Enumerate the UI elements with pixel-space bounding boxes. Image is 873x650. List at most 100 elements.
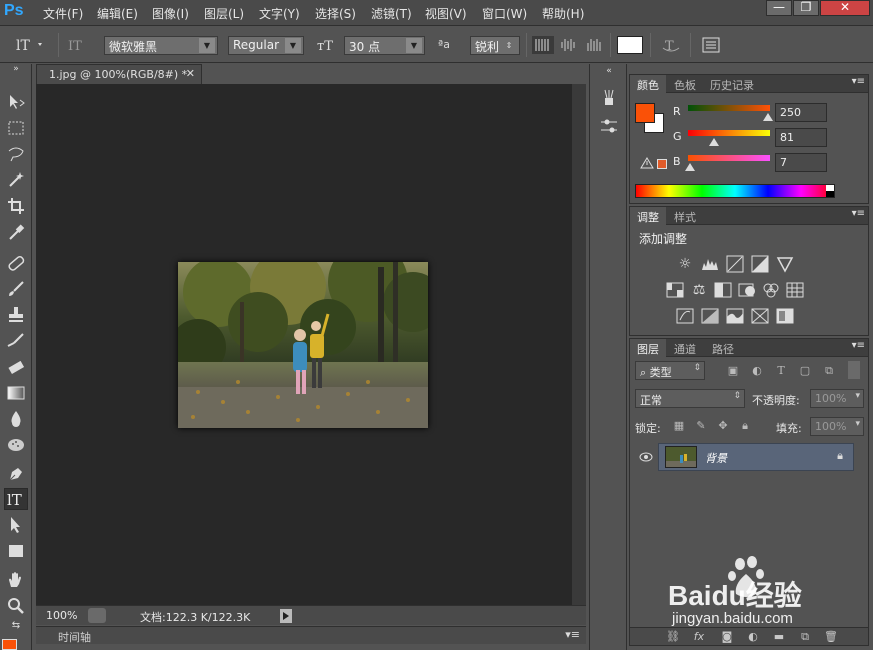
lasso-tool-icon[interactable] bbox=[4, 143, 28, 165]
add-mask-icon[interactable]: ◙ bbox=[720, 630, 734, 644]
share-icon[interactable] bbox=[88, 608, 106, 623]
photo-filter-icon[interactable] bbox=[738, 281, 756, 299]
canvas-image[interactable] bbox=[178, 262, 428, 428]
opacity-input[interactable]: 100% ▾ bbox=[810, 389, 864, 408]
channel-mixer-icon[interactable] bbox=[762, 281, 780, 299]
lock-position-icon[interactable]: ✥ bbox=[716, 419, 730, 433]
eyedropper-tool-icon[interactable] bbox=[4, 221, 28, 243]
exposure-icon[interactable] bbox=[751, 255, 769, 273]
font-style-select[interactable]: Regular ▼ bbox=[228, 36, 304, 55]
vertical-scrollbar[interactable] bbox=[572, 84, 586, 605]
posterize-icon[interactable] bbox=[701, 307, 719, 325]
g-slider[interactable] bbox=[688, 130, 770, 136]
foreground-color-swatch[interactable] bbox=[2, 639, 17, 650]
align-left-icon[interactable] bbox=[532, 36, 554, 54]
horizontal-type-tool-icon[interactable]: lT bbox=[4, 488, 28, 510]
align-right-icon[interactable] bbox=[584, 36, 606, 54]
menu-filter[interactable]: 滤镜(T) bbox=[371, 5, 412, 21]
panel-menu-icon[interactable]: ▾≡ bbox=[852, 340, 865, 351]
b-slider[interactable] bbox=[688, 155, 770, 161]
b-slider-thumb[interactable] bbox=[685, 163, 696, 171]
sponge-tool-icon[interactable] bbox=[4, 434, 28, 456]
fill-input[interactable]: 100% ▾ bbox=[810, 417, 864, 436]
warp-text-icon[interactable]: T bbox=[660, 36, 682, 54]
gamut-color-swatch[interactable] bbox=[657, 159, 667, 169]
text-color-swatch[interactable] bbox=[617, 36, 643, 54]
tab-channels[interactable]: 通道 bbox=[674, 341, 696, 357]
layer-name[interactable]: 背景 bbox=[705, 450, 727, 466]
document-tab[interactable]: 1.jpg @ 100%(RGB/8#) * ✕ bbox=[36, 64, 202, 84]
filter-type-icon[interactable]: T bbox=[774, 364, 788, 378]
menu-select[interactable]: 选择(S) bbox=[315, 5, 356, 21]
threshold-icon[interactable] bbox=[726, 307, 744, 325]
toggle-orientation-icon[interactable]: IT bbox=[66, 36, 88, 54]
tab-paths[interactable]: 路径 bbox=[712, 341, 734, 357]
brush-presets-icon[interactable] bbox=[599, 88, 619, 108]
vibrance-icon[interactable] bbox=[776, 255, 794, 273]
delete-layer-icon[interactable]: 🗑︎ bbox=[824, 630, 838, 644]
warning-icon[interactable] bbox=[640, 157, 654, 169]
color-balance-icon[interactable]: ⚖ bbox=[690, 281, 708, 299]
curves-icon[interactable] bbox=[726, 255, 744, 273]
layer-row-background[interactable]: 背景 🔒︎ bbox=[658, 443, 854, 471]
type-tool-preset-icon[interactable]: lT bbox=[14, 36, 46, 54]
brush-tool-icon[interactable] bbox=[4, 278, 28, 300]
menu-type[interactable]: 文字(Y) bbox=[259, 5, 300, 21]
menu-help[interactable]: 帮助(H) bbox=[542, 5, 584, 21]
g-value-input[interactable]: 81 bbox=[775, 128, 827, 147]
marquee-tool-icon[interactable] bbox=[4, 117, 28, 139]
g-slider-thumb[interactable] bbox=[709, 138, 720, 146]
hue-saturation-icon[interactable] bbox=[666, 281, 684, 299]
new-group-icon[interactable]: ▬ bbox=[772, 630, 786, 644]
black-white-ramp[interactable] bbox=[826, 185, 834, 197]
path-selection-tool-icon[interactable] bbox=[4, 514, 28, 536]
menu-edit[interactable]: 编辑(E) bbox=[97, 5, 138, 21]
new-layer-icon[interactable]: ⧉ bbox=[798, 630, 812, 644]
filter-smart-object-icon[interactable]: ⧉ bbox=[822, 364, 836, 378]
collapse-tools-icon[interactable]: » bbox=[4, 64, 28, 74]
filter-pixel-icon[interactable]: ▣ bbox=[726, 364, 740, 378]
blur-tool-icon[interactable] bbox=[4, 408, 28, 430]
clone-stamp-tool-icon[interactable] bbox=[4, 304, 28, 326]
gradient-tool-icon[interactable] bbox=[4, 382, 28, 404]
history-brush-tool-icon[interactable] bbox=[4, 330, 28, 352]
levels-icon[interactable] bbox=[701, 255, 719, 273]
panel-menu-icon[interactable]: ▾≡ bbox=[852, 76, 865, 87]
panel-menu-icon[interactable]: ▾≡ bbox=[852, 208, 865, 219]
foreground-color-swatch[interactable] bbox=[635, 103, 655, 123]
r-value-input[interactable]: 250 bbox=[775, 103, 827, 122]
blend-mode-select[interactable]: 正常 ⇕ bbox=[635, 389, 745, 408]
eraser-tool-icon[interactable] bbox=[4, 356, 28, 378]
timeline-panel-bar[interactable]: 时间轴 ▾≡ bbox=[36, 626, 586, 644]
close-button[interactable]: ✕ bbox=[820, 0, 870, 16]
lock-transparent-icon[interactable]: ▦ bbox=[672, 419, 686, 433]
collapse-dock-icon[interactable]: « bbox=[599, 66, 619, 76]
swap-colors-icon[interactable]: ⇆ bbox=[4, 619, 28, 633]
selective-color-icon[interactable] bbox=[751, 307, 769, 325]
color-lookup-icon[interactable] bbox=[786, 281, 804, 299]
filter-adjustment-icon[interactable]: ◐ bbox=[750, 364, 764, 378]
panel-menu-icon[interactable]: ▾≡ bbox=[565, 628, 580, 641]
tab-swatches[interactable]: 色板 bbox=[674, 77, 696, 93]
b-value-input[interactable]: 7 bbox=[775, 153, 827, 172]
invert-icon[interactable] bbox=[676, 307, 694, 325]
filter-toggle-icon[interactable] bbox=[848, 361, 860, 379]
status-menu-arrow-icon[interactable] bbox=[280, 609, 292, 623]
link-layers-icon[interactable]: ⛓ bbox=[666, 630, 680, 644]
new-adjustment-layer-icon[interactable]: ◐ bbox=[746, 630, 760, 644]
menu-view[interactable]: 视图(V) bbox=[425, 5, 467, 21]
healing-brush-tool-icon[interactable] bbox=[4, 252, 28, 274]
tab-layers[interactable]: 图层 bbox=[637, 341, 659, 357]
tab-color[interactable]: 颜色 bbox=[637, 77, 659, 93]
rectangle-tool-icon[interactable] bbox=[4, 540, 28, 562]
filter-shape-icon[interactable]: ▢ bbox=[798, 364, 812, 378]
r-slider[interactable] bbox=[688, 105, 770, 111]
close-tab-icon[interactable]: ✕ bbox=[186, 67, 195, 80]
menu-image[interactable]: 图像(I) bbox=[152, 5, 189, 21]
move-tool-icon[interactable] bbox=[4, 91, 28, 113]
layer-style-icon[interactable]: fx bbox=[692, 630, 706, 644]
spectrum-bar[interactable] bbox=[635, 184, 835, 198]
brightness-contrast-icon[interactable]: ☼ bbox=[676, 255, 694, 273]
menu-file[interactable]: 文件(F) bbox=[43, 5, 83, 21]
layer-filter-select[interactable]: ⌕ 类型 ⇕ bbox=[635, 361, 705, 380]
